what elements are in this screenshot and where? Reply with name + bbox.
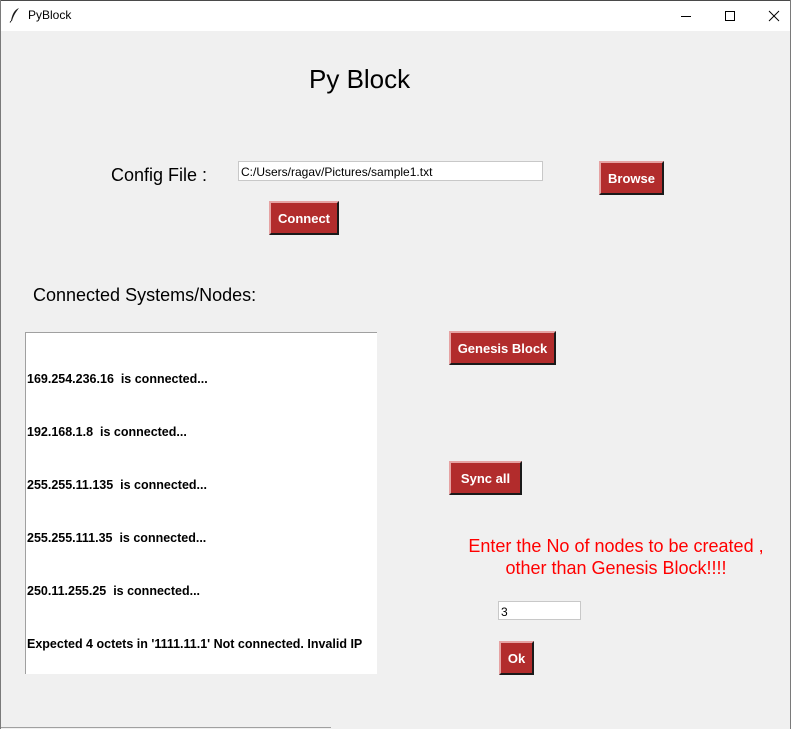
prompt-line-1: Enter the No of nodes to be created , — [468, 536, 764, 556]
divider — [1, 727, 331, 728]
config-file-label: Config File : — [111, 165, 208, 185]
page-title: Py Block — [309, 64, 411, 94]
maximize-icon — [725, 11, 735, 21]
feather-icon — [9, 7, 21, 23]
maximize-button[interactable] — [707, 1, 753, 31]
node-line: Expected 4 octets in '1111.11.1' Not con… — [27, 637, 363, 651]
node-line: 250.11.255.25 is connected... — [27, 584, 201, 598]
minimize-button[interactable] — [663, 1, 709, 31]
close-icon — [768, 10, 780, 22]
browse-button[interactable]: Browse — [599, 161, 664, 195]
prompt-line-2: other than Genesis Block!!!! — [505, 558, 727, 578]
connect-button[interactable]: Connect — [269, 201, 339, 235]
node-line: 255.255.111.35 is connected... — [27, 531, 207, 545]
sync-all-button[interactable]: Sync all — [449, 461, 522, 495]
config-file-input[interactable] — [238, 161, 543, 181]
genesis-block-button[interactable]: Genesis Block — [449, 331, 556, 365]
node-line: 169.254.236.16 is connected... — [27, 372, 208, 386]
node-line: 255.255.11.135 is connected... — [27, 478, 207, 492]
title-bar[interactable]: PyBlock — [1, 0, 790, 31]
connected-nodes-list[interactable]: 169.254.236.16 is connected... 192.168.1… — [25, 332, 377, 674]
minimize-icon — [681, 16, 691, 17]
connected-nodes-label: Connected Systems/Nodes: — [33, 285, 257, 305]
nodes-count-input[interactable] — [498, 601, 581, 620]
close-button[interactable] — [751, 1, 791, 31]
window-title: PyBlock — [28, 8, 72, 22]
app-window: PyBlock Py Block Config File : Browse Co… — [0, 0, 791, 729]
ok-button[interactable]: Ok — [499, 641, 534, 675]
nodes-count-prompt: Enter the No of nodes to be created , ot… — [441, 535, 791, 579]
node-line: 192.168.1.8 is connected... — [27, 425, 187, 439]
